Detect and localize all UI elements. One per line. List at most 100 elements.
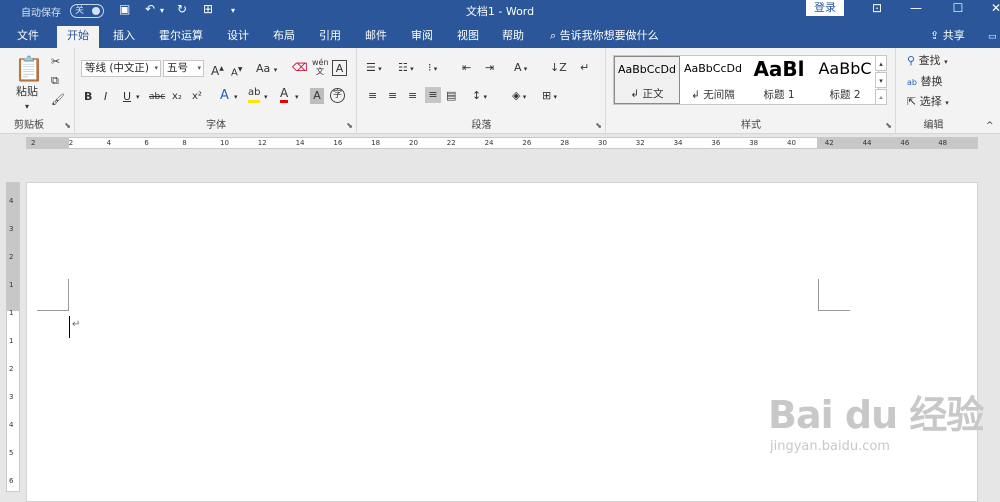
close-icon[interactable]: ✕ [986,1,1000,19]
tab-help[interactable]: 帮助 [493,26,533,48]
select-button[interactable]: ⇱ 选择 ▾ [907,94,949,111]
maximize-icon[interactable]: ☐ [948,1,968,19]
tab-insert[interactable]: 插入 [104,26,144,48]
bullets-icon[interactable]: ☰ ▾ [366,60,382,77]
numbering-icon[interactable]: ☷ ▾ [398,60,414,77]
style-preview: AaBbCcDd [618,63,676,76]
group-styles: AaBbCcDd ↲ 正文 AaBbCcDd ↲ 无间隔 AaBl 标题 1 A… [607,48,896,134]
minimize-icon[interactable]: — [906,1,926,19]
highlight-dropdown-icon[interactable]: ▾ [264,89,268,105]
multilevel-list-icon[interactable]: ⁝ ▾ [428,60,437,77]
underline-dropdown-icon[interactable]: ▾ [136,89,140,105]
tab-review[interactable]: 审阅 [402,26,442,48]
replace-button[interactable]: ab 替换 [907,74,942,91]
styles-launcher-icon[interactable]: ⬊ [885,121,892,130]
shrink-font-icon[interactable]: A▼ [231,62,242,81]
char-shading-icon[interactable]: A [310,88,324,104]
paste-dropdown-icon[interactable]: ▾ [25,99,29,115]
chevron-down-icon: ▾ [197,64,201,72]
group-font: 等线 (中文正) ▾ 五号 ▾ A▲ A▼ Aa ▾ ⌫ wén 文 A B I U … [76,48,357,134]
enclose-char-icon[interactable]: 字 [330,88,345,103]
ruler-number: 20 [409,139,418,147]
font-color-icon[interactable]: A [280,86,289,103]
asian-layout-icon[interactable]: A ▾ [514,60,527,77]
ruler-number: 5 [9,449,14,457]
style-name: 标题 1 [763,89,795,101]
document-page[interactable]: ↵ [26,182,978,502]
styles-more-icon[interactable]: ⩡ [875,89,887,105]
underline-button[interactable]: U [123,89,131,105]
paste-label[interactable]: 粘贴 [16,84,38,100]
clipboard-launcher-icon[interactable]: ⬊ [64,121,71,130]
text-effects-icon[interactable]: A [220,88,229,104]
line-spacing-icon[interactable]: ↕ ▾ [472,88,487,105]
find-button[interactable]: ⚲ 查找 ▾ [907,53,948,70]
clear-format-icon[interactable]: ⌫ [292,60,308,76]
font-launcher-icon[interactable]: ⬊ [346,121,353,130]
increase-indent-icon[interactable]: ⇥ [485,60,494,76]
sort-icon[interactable]: ↓Z [550,60,567,76]
tab-view[interactable]: 视图 [448,26,488,48]
vertical-ruler[interactable]: 4 3 2 1 1 1 2 3 4 5 6 [6,182,20,492]
ruler-number: 4 [9,421,14,429]
shading-icon[interactable]: ◈ ▾ [512,88,526,105]
paragraph-launcher-icon[interactable]: ⬊ [595,121,602,130]
tab-home[interactable]: 开始 [57,26,99,48]
align-left-icon[interactable]: ≡ [368,88,377,104]
font-color-dropdown-icon[interactable]: ▾ [295,89,299,105]
login-button[interactable]: 登录 [806,0,844,16]
change-case-button[interactable]: Aa ▾ [256,61,277,78]
superscript-button[interactable]: x² [192,89,202,105]
font-size-select[interactable]: 五号 ▾ [163,60,204,77]
collapse-ribbon-icon[interactable]: ^ [986,118,994,134]
tab-design[interactable]: 设计 [218,26,258,48]
ruler-number: 32 [635,139,645,147]
align-right-icon[interactable]: ≡ [408,88,417,104]
distributed-icon[interactable]: ▤ [446,88,456,104]
tab-mailings[interactable]: 邮件 [356,26,396,48]
subscript-button[interactable]: x₂ [172,89,182,105]
ruler-number: 6 [9,477,14,485]
grow-font-icon[interactable]: A▲ [211,61,224,79]
tab-layout[interactable]: 布局 [264,26,304,48]
tell-me-text: 告诉我你想要做什么 [559,29,659,42]
style-no-spacing[interactable]: AaBbCcDd ↲ 无间隔 [680,56,746,104]
share-button[interactable]: ⇪ 共享 [930,26,965,46]
group-paragraph: ☰ ▾ ☷ ▾ ⁝ ▾ ⇤ ⇥ A ▾ ↓Z ↵ ≡ ≡ ≡ ≡ ▤ ↕ ▾ ◈… [358,48,606,134]
styles-scroll-down-icon[interactable]: ▾ [875,72,887,88]
ribbon-display-icon[interactable]: ⊡ [867,1,887,19]
phonetic-guide-icon[interactable]: wén 文 [312,58,329,76]
collapse-icon[interactable]: ▭ [988,27,997,49]
strikethrough-button[interactable]: abc [149,89,165,105]
paste-icon[interactable]: 📋 [14,56,44,82]
tab-references[interactable]: 引用 [310,26,350,48]
cut-icon[interactable]: ✂ [51,54,60,70]
style-normal[interactable]: AaBbCcDd ↲ 正文 [614,56,680,104]
decrease-indent-icon[interactable]: ⇤ [462,60,471,76]
style-heading-2[interactable]: AaBbC 标题 2 [812,56,878,104]
highlight-icon[interactable]: ab [248,86,261,103]
horizontal-ruler[interactable]: 2 2 4 6 8 10 12 14 16 18 20 22 24 26 28 30 32 34 36 38 40 42 4… [26,137,978,149]
borders-icon[interactable]: ⊞ ▾ [542,88,557,105]
justify-icon[interactable]: ≡ [425,87,441,103]
show-marks-icon[interactable]: ↵ [580,60,589,76]
bold-button[interactable]: B [84,89,92,105]
char-border-icon[interactable]: A [332,60,347,76]
format-painter-icon[interactable]: 🖌 [51,92,65,108]
tell-me-search[interactable]: ⌕ 告诉我你想要做什么 [550,26,659,46]
ruler-number: 44 [862,139,872,147]
font-name-select[interactable]: 等线 (中文正) ▾ [81,60,161,77]
ruler-number: 4 [106,139,112,147]
ruler-number: 28 [560,139,570,147]
italic-button[interactable]: I [104,89,107,105]
ruler-number: 2 [9,365,14,373]
ruler-number: 34 [673,139,683,147]
copy-icon[interactable]: ⧉ [51,73,59,89]
align-center-icon[interactable]: ≡ [388,88,397,104]
ruler-number: 26 [522,139,532,147]
styles-scroll-up-icon[interactable]: ▴ [875,55,887,71]
tab-hall-calc[interactable]: 霍尔运算 [151,26,211,48]
tab-file[interactable]: 文件 [8,26,48,48]
text-effects-dropdown-icon[interactable]: ▾ [234,89,238,105]
style-heading-1[interactable]: AaBl 标题 1 [746,56,812,104]
